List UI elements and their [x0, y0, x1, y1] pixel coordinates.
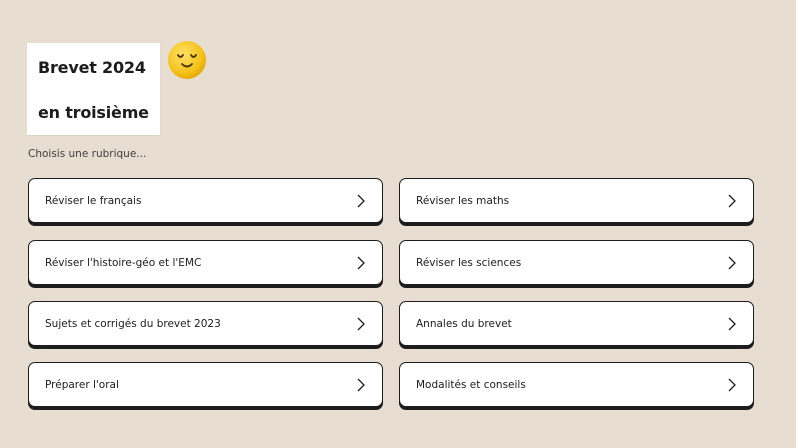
chevron-right-icon	[357, 256, 365, 269]
menu-button-francais[interactable]: Réviser le français	[28, 178, 383, 223]
chevron-right-icon	[728, 317, 736, 330]
chevron-right-icon	[357, 317, 365, 330]
menu-button-sciences[interactable]: Réviser les sciences	[399, 240, 754, 285]
page-title-line-1: Brevet 2024	[38, 58, 146, 77]
title-card: Brevet 2024 en troisième	[27, 43, 160, 135]
menu-button-label: Réviser le français	[45, 194, 142, 207]
menu-button-label: Réviser l'histoire-géo et l'EMC	[45, 256, 202, 269]
menu-button-oral[interactable]: Préparer l'oral	[28, 362, 383, 407]
menu-button-annales[interactable]: Annales du brevet	[399, 301, 754, 346]
chevron-right-icon	[357, 194, 365, 207]
menu-button-modalites[interactable]: Modalités et conseils	[399, 362, 754, 407]
chevron-right-icon	[728, 378, 736, 391]
menu-button-histoire-geo[interactable]: Réviser l'histoire-géo et l'EMC	[28, 240, 383, 285]
menu-button-label: Sujets et corrigés du brevet 2023	[45, 317, 221, 330]
chevron-right-icon	[728, 194, 736, 207]
chevron-right-icon	[728, 256, 736, 269]
chevron-right-icon	[357, 378, 365, 391]
menu-button-label: Annales du brevet	[416, 317, 512, 330]
page-title-line-2: en troisième	[38, 103, 149, 122]
menu-button-label: Réviser les maths	[416, 194, 510, 207]
menu-button-sujets-corriges[interactable]: Sujets et corrigés du brevet 2023	[28, 301, 383, 346]
menu-button-maths[interactable]: Réviser les maths	[399, 178, 754, 223]
menu-button-label: Réviser les sciences	[416, 256, 522, 269]
menu-button-label: Préparer l'oral	[45, 378, 119, 391]
subtitle: Choisis une rubrique...	[28, 148, 147, 160]
menu-button-label: Modalités et conseils	[416, 378, 526, 391]
smiling-face-icon	[168, 41, 206, 79]
